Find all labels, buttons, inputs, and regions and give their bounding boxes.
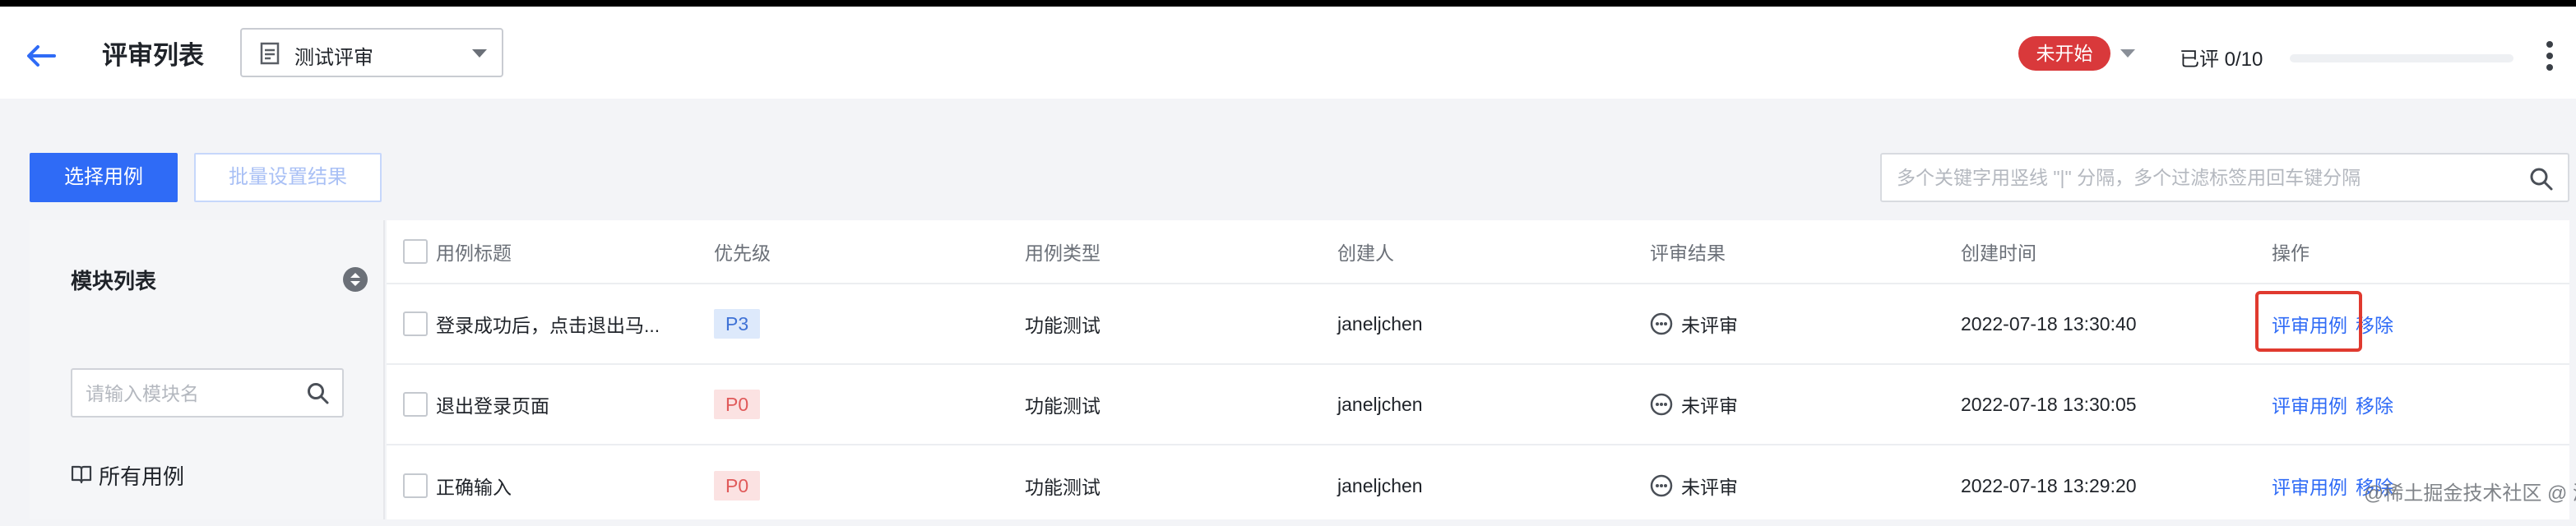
module-search-box[interactable]	[71, 368, 344, 418]
remove-link[interactable]: 移除	[2356, 310, 2393, 338]
sort-icon[interactable]	[342, 266, 368, 293]
page-title: 评审列表	[102, 41, 204, 70]
case-title[interactable]: 登录成功后，点击退出马...	[436, 310, 660, 338]
created-time: 2022-07-18 13:30:40	[1961, 312, 2137, 335]
case-title[interactable]: 退出登录页面	[436, 390, 549, 418]
table-row[interactable]: 登录成功后，点击退出马... P3 功能测试 janeljchen 未评审 20…	[387, 284, 2569, 365]
module-sidebar: 模块列表 所有用例	[30, 220, 385, 519]
priority-badge: P0	[714, 471, 761, 501]
review-case-link[interactable]: 评审用例	[2272, 390, 2347, 418]
reviewed-count: 已评 0/10	[2180, 48, 2263, 71]
table-row[interactable]: 正确输入 P0 功能测试 janeljchen 未评审 2022-07-18 1…	[387, 445, 2569, 526]
pending-icon	[1650, 393, 1673, 416]
review-result: 未评审	[1681, 395, 1738, 417]
column-header[interactable]: 优先级	[714, 220, 771, 283]
table-header: 用例标题 优先级 用例类型 创建人 评审结果 创建时间 操作	[387, 220, 2569, 284]
column-header[interactable]: 创建人	[1337, 220, 1394, 283]
module-search-input[interactable]	[86, 380, 299, 408]
case-type: 功能测试	[1025, 315, 1100, 336]
status-dropdown-icon[interactable]	[2120, 49, 2135, 58]
column-header: 用例标题	[436, 242, 512, 264]
review-select-value: 测试评审	[294, 47, 373, 69]
review-result: 未评审	[1681, 477, 1738, 498]
column-header[interactable]: 创建时间	[1961, 220, 2036, 283]
watermark: @稀土掘金技术社区 @ 测吧	[2364, 482, 2576, 505]
chevron-down-icon	[472, 49, 487, 58]
remove-link[interactable]: 移除	[2356, 390, 2393, 418]
column-header[interactable]: 用例类型	[1025, 220, 1100, 283]
page-header: 评审列表 测试评审 未开始 已评 0/10	[0, 7, 2576, 99]
created-time: 2022-07-18 13:30:05	[1961, 393, 2137, 415]
book-icon	[71, 465, 92, 484]
search-icon[interactable]	[2528, 166, 2555, 192]
case-creator: janeljchen	[1337, 393, 1423, 415]
select-all-checkbox[interactable]	[403, 239, 428, 264]
priority-badge: P3	[714, 309, 761, 339]
case-search-input[interactable]	[1897, 163, 2522, 192]
table-row[interactable]: 退出登录页面 P0 功能测试 janeljchen 未评审 2022-07-18…	[387, 365, 2569, 445]
review-select[interactable]: 测试评审	[240, 28, 503, 77]
review-case-link[interactable]: 评审用例	[2272, 310, 2347, 338]
more-vertical-icon[interactable]	[2543, 39, 2556, 72]
row-checkbox[interactable]	[403, 311, 428, 336]
case-search-box[interactable]	[1880, 153, 2569, 202]
review-case-link[interactable]: 评审用例	[2272, 472, 2347, 500]
module-list-title: 模块列表	[71, 269, 157, 293]
status-badge[interactable]: 未开始	[2018, 36, 2110, 71]
review-progress-bar	[2290, 54, 2513, 62]
row-checkbox[interactable]	[403, 473, 428, 498]
top-edge	[0, 0, 2576, 7]
case-table: 用例标题 优先级 用例类型 创建人 评审结果 创建时间 操作 登录成功后，点击退…	[387, 220, 2569, 519]
row-checkbox[interactable]	[403, 392, 428, 417]
column-header: 操作	[2272, 242, 2310, 264]
back-arrow-icon[interactable]	[23, 39, 59, 72]
pending-icon	[1650, 474, 1673, 497]
search-icon[interactable]	[306, 381, 331, 406]
pending-icon	[1650, 312, 1673, 335]
column-header[interactable]: 评审结果	[1650, 220, 1726, 283]
sidebar-item-label: 所有用例	[99, 464, 185, 489]
case-title[interactable]: 正确输入	[436, 472, 512, 500]
priority-badge: P0	[714, 390, 761, 419]
case-type: 功能测试	[1025, 395, 1100, 417]
created-time: 2022-07-18 13:29:20	[1961, 474, 2137, 496]
case-type: 功能测试	[1025, 477, 1100, 498]
case-creator: janeljchen	[1337, 312, 1423, 335]
batch-set-result-button[interactable]: 批量设置结果	[194, 153, 382, 202]
select-cases-button[interactable]: 选择用例	[30, 153, 178, 202]
case-creator: janeljchen	[1337, 474, 1423, 496]
document-icon	[260, 42, 280, 65]
review-result: 未评审	[1681, 315, 1738, 336]
